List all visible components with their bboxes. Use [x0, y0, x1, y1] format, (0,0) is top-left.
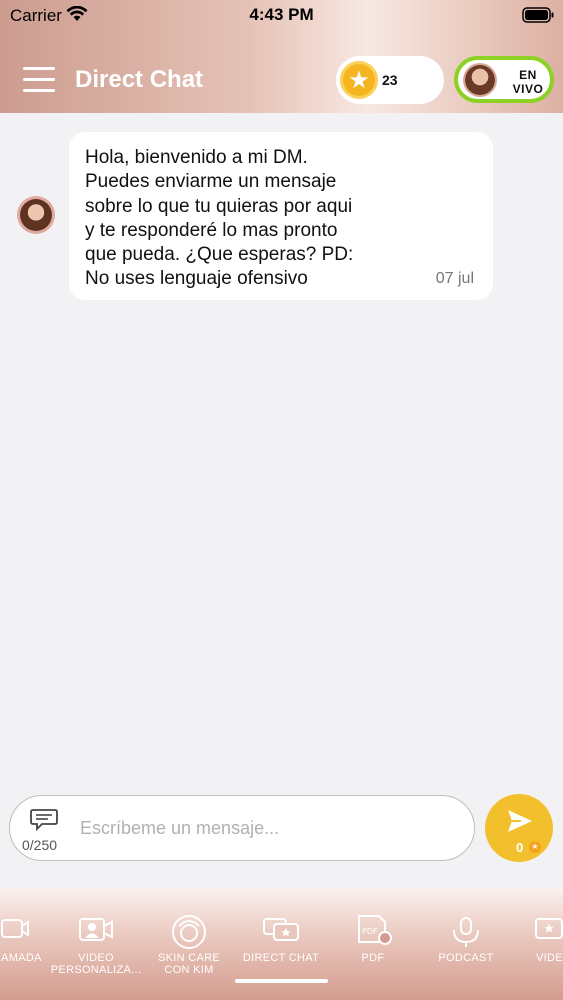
tab-pdf[interactable]: PDF PDF — [328, 888, 418, 1000]
status-time: 4:43 PM — [249, 5, 314, 24]
direct-chat-icon — [262, 916, 300, 949]
live-label: EN VIVO — [506, 68, 550, 96]
tab-label: PDF — [361, 952, 385, 964]
tab-skin-care[interactable]: SKIN CARE CON KIM — [144, 888, 234, 1000]
tab-label: VIDE — [536, 952, 563, 964]
message-text: Hola, bienvenido a mi DM. Puedes enviarm… — [85, 147, 354, 290]
active-tab-indicator — [235, 979, 328, 983]
personalized-video-icon — [78, 916, 114, 949]
tab-video[interactable]: VIDE — [516, 888, 563, 1000]
message-bubble-icon — [30, 808, 58, 837]
tab-podcast[interactable]: PODCAST — [420, 888, 512, 1000]
video-call-icon — [0, 916, 30, 947]
podcast-icon — [448, 914, 484, 953]
star-coin-icon: ★ — [340, 61, 378, 99]
battery-icon — [522, 7, 554, 28]
send-cost: 0 — [516, 840, 524, 855]
message-bubble: Hola, bienvenido a mi DM. Puedes enviarm… — [69, 132, 493, 300]
video-icon — [534, 916, 563, 949]
mini-star-coin-icon: ★ — [529, 841, 541, 853]
tab-video-personalizado[interactable]: VIDEO PERSONALIZA... — [50, 888, 142, 1000]
char-count: 0/250 — [22, 837, 58, 853]
creator-avatar — [465, 65, 495, 95]
bottom-tab-bar: LLAMADA VIDEO PERSONALIZA... SKIN CARE C… — [0, 888, 563, 1000]
tab-llamada[interactable]: LLAMADA — [0, 888, 54, 1000]
coin-balance[interactable]: ★ 23 — [336, 56, 444, 104]
skin-care-icon — [171, 914, 207, 955]
tab-label: PODCAST — [438, 952, 494, 964]
send-icon — [507, 808, 533, 839]
tab-label: LLAMADA — [0, 952, 42, 964]
hamburger-menu-icon[interactable] — [23, 67, 55, 95]
message-composer: 0/250 — [9, 795, 475, 861]
message-input[interactable] — [78, 810, 462, 846]
tab-label: SKIN CARE CON KIM — [158, 952, 220, 976]
live-label-line2: VIVO — [512, 82, 544, 96]
pdf-icon: PDF — [353, 914, 393, 951]
header: Carrier 4:43 PM Direct Chat ★ 23 EN VIVO — [0, 0, 563, 113]
tab-label: VIDEO PERSONALIZA... — [50, 952, 142, 976]
status-bar: Carrier 4:43 PM — [0, 0, 563, 30]
message-date: 07 jul — [435, 270, 474, 287]
tab-direct-chat[interactable]: DIRECT CHAT — [236, 888, 326, 1000]
tab-label: DIRECT CHAT — [242, 952, 320, 964]
live-button[interactable]: EN VIVO — [454, 56, 554, 103]
send-button[interactable]: 0 ★ — [485, 794, 553, 862]
coin-count: 23 — [382, 72, 398, 88]
page-title: Direct Chat — [75, 66, 204, 93]
live-label-line1: EN — [519, 68, 537, 82]
svg-text:PDF: PDF — [362, 927, 378, 936]
sender-avatar[interactable] — [20, 199, 52, 231]
